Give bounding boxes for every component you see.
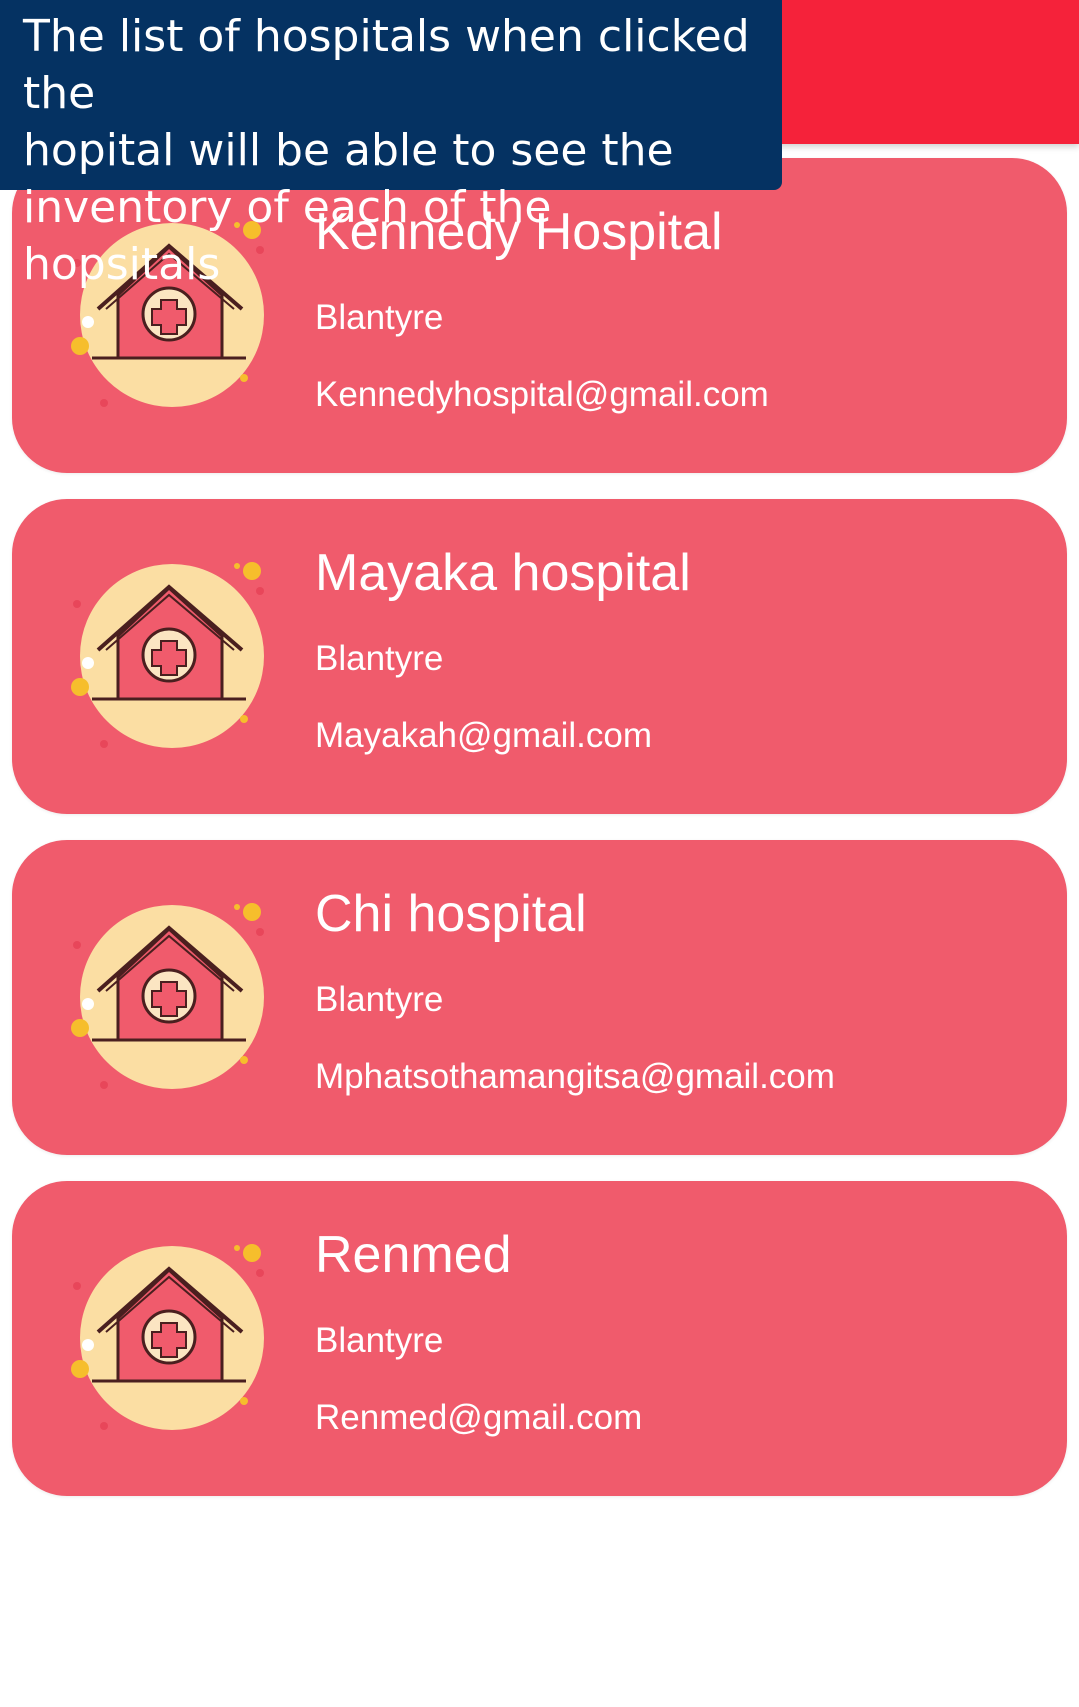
hospital-list: Kennedy Hospital Blantyre Kennedyhospita… [12, 158, 1067, 1522]
hospital-email: Mayakah@gmail.com [315, 716, 653, 755]
hospital-name: Mayaka hospital [315, 544, 691, 602]
hospital-card[interactable]: Mayaka hospital Blantyre Mayakah@gmail.c… [12, 499, 1067, 814]
hospital-city: Blantyre [315, 639, 444, 678]
hospital-name: Renmed [315, 1226, 512, 1284]
caption-line: inventory of each of the hopsitals [23, 182, 552, 290]
hospital-city: Blantyre [315, 298, 444, 337]
hospital-icon [71, 1244, 264, 1430]
hospital-card[interactable]: Chi hospital Blantyre Mphatsothamangitsa… [12, 840, 1067, 1155]
hospital-city: Blantyre [315, 1321, 444, 1360]
caption-line: hopital will be able to see the [23, 125, 674, 176]
hospital-card[interactable]: Renmed Blantyre Renmed@gmail.com [12, 1181, 1067, 1496]
hospital-city: Blantyre [315, 980, 444, 1019]
hospital-email: Mphatsothamangitsa@gmail.com [315, 1057, 835, 1096]
hospital-icon [71, 562, 264, 748]
hospital-email: Renmed@gmail.com [315, 1398, 643, 1437]
annotation-caption: The list of hospitals when clicked the h… [0, 0, 782, 290]
caption-line: The list of hospitals when clicked the [23, 11, 750, 119]
hospital-icon [71, 903, 264, 1089]
hospital-email: Kennedyhospital@gmail.com [315, 375, 769, 414]
hospital-name: Chi hospital [315, 885, 587, 943]
